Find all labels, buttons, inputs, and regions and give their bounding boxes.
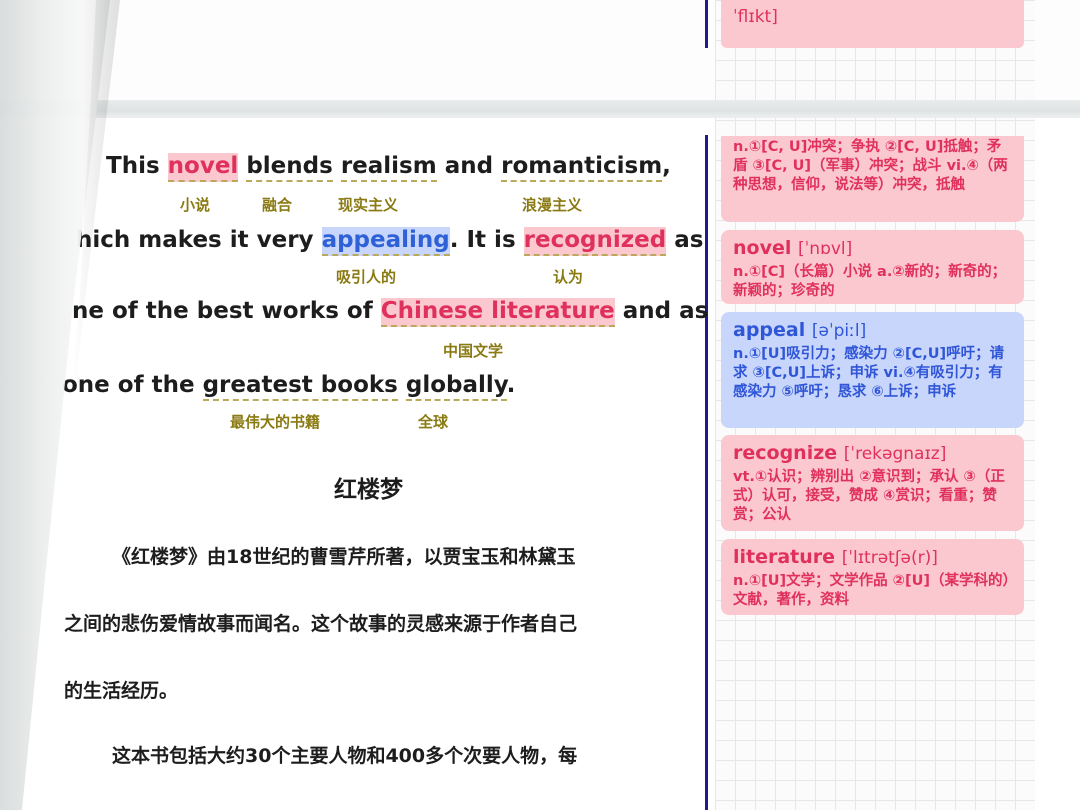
vocab-card-recognize[interactable]: recognize [ˈrekəgnaɪz] vt.①认识；辨别出 ②意识到；承… <box>721 435 1024 531</box>
gloss-greatest-books: 最伟大的书籍 <box>230 413 321 431</box>
word-novel[interactable]: novel <box>167 153 239 182</box>
card-definition: n.①[U]文学；文学作品 ②[U]（某学科的）文献，著作，资料 <box>733 573 1010 608</box>
chinese-title: 红楼梦 <box>334 477 403 503</box>
word-romanticism[interactable]: romanticism <box>501 153 663 182</box>
gloss-recognized: 认为 <box>553 268 584 286</box>
card-definition: n.①[C]（长篇）小说 a.②新的；新奇的；新颖的；珍奇的 <box>733 264 1007 299</box>
english-line-1: This novel blends realism and romanticis… <box>106 153 671 182</box>
word: ne of the best works of <box>72 298 373 324</box>
chinese-paragraph-line: 之间的悲伤爱情故事而闻名。这个故事的灵感来源于作者自己 <box>64 613 578 635</box>
word: as <box>674 227 704 253</box>
card-definition: vt.①认识；辨别出 ②意识到；承认 ③（正式）认可，接受，赞成 ④赏识；看重；… <box>733 469 1005 523</box>
card-word: recognize <box>733 442 838 464</box>
word: and <box>444 153 494 179</box>
card-word: appeal <box>733 319 806 341</box>
card-phonetic: [ˈrekəgnaɪz] <box>843 444 947 464</box>
chinese-paragraph-line: 这本书包括大约30个主要人物和400多个次要人物，每 <box>112 745 578 767</box>
card-word: novel <box>733 237 792 259</box>
vocab-card-novel[interactable]: novel [ˈnɒvl] n.①[C]（长篇）小说 a.②新的；新奇的；新颖的… <box>721 230 1024 304</box>
word-appealing[interactable]: appealing <box>321 227 450 256</box>
vocab-card-literature[interactable]: literature [ˈlɪtrətʃə(r)] n.①[U]文学；文学作品 … <box>721 539 1024 615</box>
vocab-card-conflict[interactable]: n.①[C, U]冲突；争执 ②[C, U]抵触；矛盾 ③[C, U]（军事）冲… <box>721 136 1024 222</box>
word: one of the <box>62 372 195 398</box>
card-phonetic: [ˈnɒvl] <box>798 239 853 259</box>
word-chinese-literature[interactable]: Chinese literature <box>380 298 615 327</box>
word-recognized[interactable]: recognized <box>523 227 667 256</box>
word-realism[interactable]: realism <box>340 153 437 182</box>
punctuation: . <box>506 372 516 398</box>
word: hich makes it very <box>76 227 314 253</box>
page-divider <box>0 100 1080 118</box>
card-phonetic: [ˈlɪtrətʃə(r)] <box>841 548 938 568</box>
vocab-card-conflict-partial[interactable]: ˈflɪkt] <box>721 0 1024 48</box>
english-line-2: hich makes it very appealing. It is reco… <box>76 227 704 256</box>
chinese-paragraph-line: 《红楼梦》由18世纪的曹雪芹所著，以贾宝玉和林黛玉 <box>112 546 576 568</box>
english-line-4: one of the greatest books globally. <box>62 372 516 401</box>
gloss-chinese-literature: 中国文学 <box>443 342 504 360</box>
word-blends[interactable]: blends <box>246 153 333 182</box>
gloss-globally: 全球 <box>418 413 449 431</box>
gloss-appealing: 吸引人的 <box>336 268 397 286</box>
word: This <box>106 153 160 179</box>
word-globally[interactable]: globally <box>405 372 507 401</box>
gloss-blends: 融合 <box>262 196 293 214</box>
vocab-card-appeal[interactable]: appeal [əˈpiːl] n.①[U]吸引力；感染力 ②[C,U]呼吁；请… <box>721 312 1024 428</box>
gloss-realism: 现实主义 <box>338 196 399 214</box>
word-greatest-books[interactable]: greatest books <box>202 372 398 401</box>
card-word: literature <box>733 546 836 568</box>
chinese-paragraph-line: 的生活经历。 <box>64 680 179 702</box>
card-phonetic: ˈflɪkt] <box>733 7 778 27</box>
gloss-novel: 小说 <box>180 196 211 214</box>
gloss-romanticism: 浪漫主义 <box>522 196 583 214</box>
column-rule <box>705 0 708 48</box>
english-line-3: ne of the best works of Chinese literatu… <box>72 298 709 327</box>
punctuation: , <box>662 153 671 179</box>
column-rule <box>705 135 708 810</box>
word: and as <box>622 298 709 324</box>
word: . It is <box>449 227 516 253</box>
card-phonetic: [əˈpiːl] <box>811 321 867 341</box>
card-definition: n.①[C, U]冲突；争执 ②[C, U]抵触；矛盾 ③[C, U]（军事）冲… <box>733 139 1008 193</box>
card-definition: n.①[U]吸引力；感染力 ②[C,U]呼吁；请求 ③[C,U]上诉；申诉 vi… <box>733 346 1005 400</box>
